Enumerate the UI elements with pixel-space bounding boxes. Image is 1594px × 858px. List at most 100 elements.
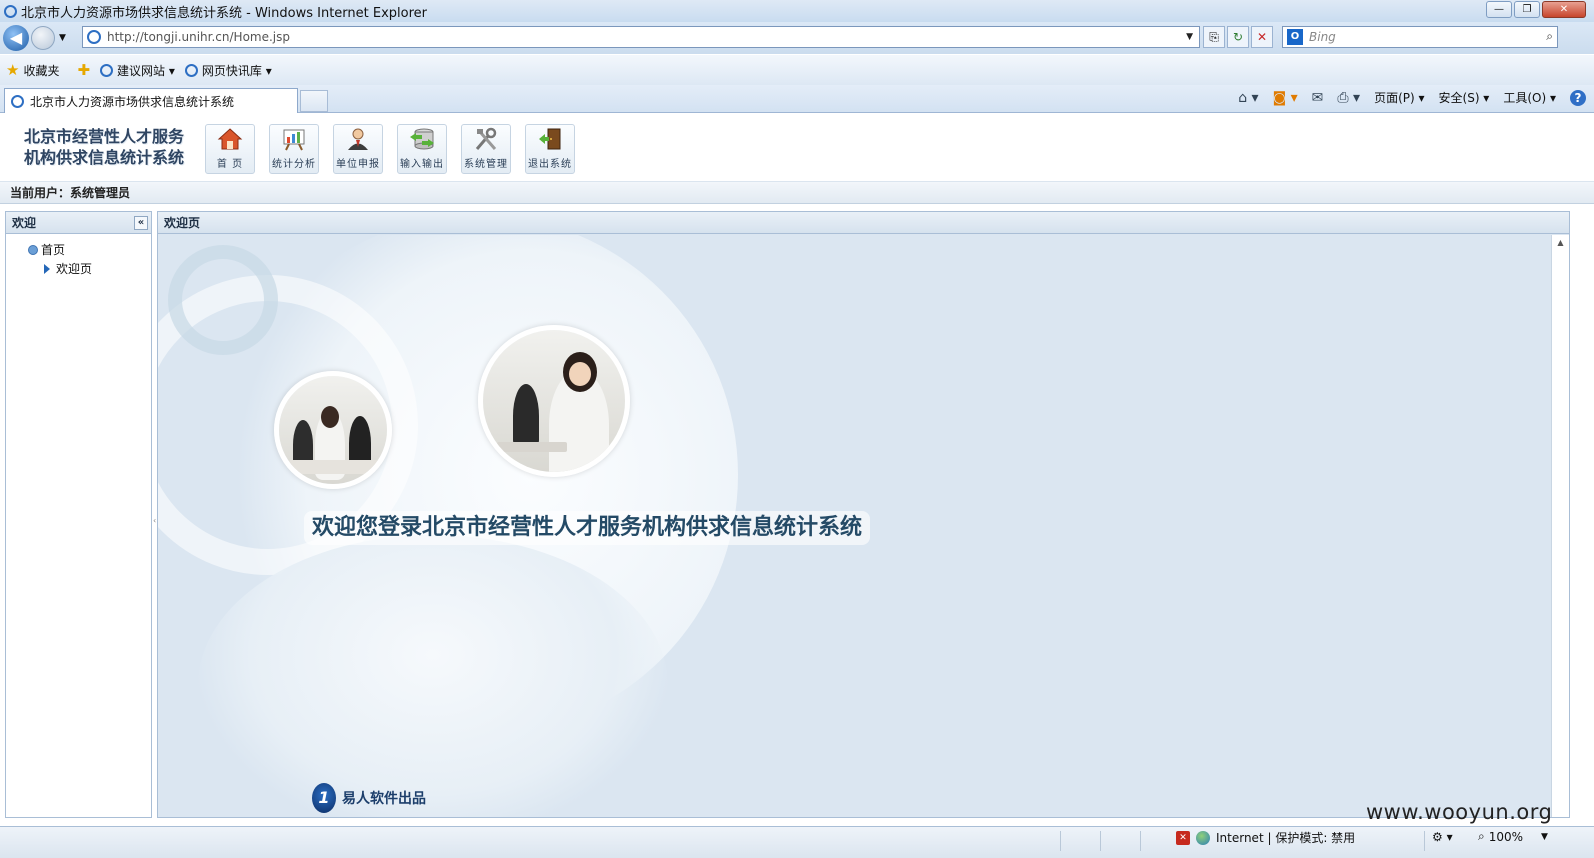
web-slice-gallery-label: 网页快讯库 ▾ — [201, 63, 272, 78]
home-button-label: 首 页 — [216, 159, 244, 170]
compat-view-icon[interactable]: ⎘ — [1203, 26, 1225, 48]
unit-report-button[interactable]: 单位申报 — [333, 124, 383, 174]
splitter-handle[interactable]: ‹ — [153, 516, 156, 525]
star-icon: ★ — [6, 61, 20, 79]
logo-line-2: 机构供求信息统计系统 — [24, 148, 185, 167]
add-favorite-icon[interactable]: ✚ — [77, 61, 90, 79]
import-export-button-label: 输入输出 — [400, 159, 444, 170]
safety-menu[interactable]: 安全(S) ▾ — [1439, 89, 1490, 106]
help-icon[interactable]: ? — [1570, 89, 1586, 106]
chart-icon — [280, 126, 308, 152]
status-divider — [1060, 831, 1061, 851]
main-panel-header: 欢迎页 — [158, 212, 1569, 234]
search-placeholder: Bing — [1309, 30, 1336, 44]
vendor-logo-icon: 1 — [312, 783, 336, 813]
favorites-label: 收藏夹 — [23, 63, 60, 78]
home-icon[interactable]: ⌂ ▾ — [1238, 90, 1258, 106]
window-title: 北京市人力资源市场供求信息统计系统 - Windows Internet Exp… — [21, 5, 427, 21]
feeds-icon[interactable]: ◙ ▾ — [1273, 90, 1298, 106]
welcome-message: 欢迎您登录北京市经营性人才服务机构供求信息统计系统 — [304, 511, 871, 545]
statistics-button-label: 统计分析 — [272, 159, 316, 170]
system-admin-button-label: 系统管理 — [464, 159, 508, 170]
ie-page-icon — [11, 94, 24, 108]
zoom-text: 100% — [1488, 829, 1524, 844]
ie-tab-row: 北京市人力资源市场供求信息统计系统 ⌂ ▾ ◙ ▾ ✉ ⎙ ▾ 页面(P) ▾ … — [0, 85, 1594, 113]
page-icon — [87, 30, 101, 44]
globe-icon — [1196, 830, 1210, 845]
tree-node-home[interactable]: 首页 — [28, 240, 151, 259]
address-bar[interactable]: http://tongji.unihr.cn/Home.jsp ▼ — [82, 26, 1200, 48]
zoom-dropdown-icon: ▼ — [1541, 831, 1548, 842]
unit-report-button-label: 单位申报 — [336, 159, 380, 170]
watermark: www.wooyun.org — [1366, 800, 1553, 824]
home-icon — [216, 126, 244, 152]
search-icon[interactable]: ⌕ — [1546, 29, 1553, 44]
tree-node-home-label: 首页 — [41, 243, 66, 257]
system-admin-button[interactable]: 系统管理 — [461, 124, 511, 174]
address-row: ◀ ▼ http://tongji.unihr.cn/Home.jsp ▼ ⎘ … — [0, 22, 1594, 54]
current-user-bar: 当前用户：系统管理员 — [0, 182, 1594, 204]
new-tab-button[interactable] — [300, 90, 328, 112]
database-io-icon — [408, 126, 436, 152]
url-text: http://tongji.unihr.cn/Home.jsp — [107, 30, 291, 44]
favorites-bar: ★ 收藏夹 ✚ 建议网站 ▾ 网页快讯库 ▾ — [0, 55, 1594, 85]
welcome-banner: 欢迎您登录北京市经营性人才服务机构供求信息统计系统 1 易人软件出品 — [158, 235, 1551, 817]
vendor-logo: 1 易人软件出品 — [312, 783, 426, 813]
nav-tree: 首页 欢迎页 — [6, 234, 151, 278]
logo-line-1: 北京市经营性人才服务 — [24, 127, 185, 146]
logout-button[interactable]: 退出系统 — [525, 124, 575, 174]
left-panel-header: 欢迎 « — [6, 212, 151, 234]
forward-button[interactable] — [31, 26, 55, 50]
close-button[interactable]: ✕ — [1542, 1, 1586, 18]
web-slice-gallery-link[interactable]: 网页快讯库 ▾ — [184, 62, 272, 79]
decorative-cloud — [198, 535, 668, 817]
favorites-button[interactable]: ★ 收藏夹 — [6, 61, 59, 79]
search-input[interactable]: O Bing ⌕ — [1282, 26, 1558, 48]
logout-button-label: 退出系统 — [528, 159, 572, 170]
import-export-button[interactable]: 输入输出 — [397, 124, 447, 174]
suggested-sites-link[interactable]: 建议网站 ▾ — [100, 62, 175, 79]
mail-icon[interactable]: ✉ — [1312, 90, 1324, 106]
zoom-level[interactable]: ⌕ 100% ▼ — [1478, 829, 1548, 844]
statistics-button[interactable]: 统计分析 — [269, 124, 319, 174]
stop-icon[interactable]: ✕ — [1251, 26, 1273, 48]
tree-leaf-arrow-icon — [44, 263, 50, 274]
change-settings-icon[interactable]: ⚙ ▾ — [1432, 830, 1453, 844]
back-button[interactable]: ◀ — [3, 25, 29, 51]
tools-menu[interactable]: 工具(O) ▾ — [1503, 89, 1556, 106]
zone-text: Internet | 保护模式: 禁用 — [1216, 831, 1356, 845]
main-content-panel: 欢迎页 欢迎您登录北京市经营性人才服务机构供求信息统计系统 1 易人软件出品 ▲ — [157, 211, 1570, 818]
ie-page-icon — [100, 63, 114, 77]
tree-expand-icon[interactable] — [28, 244, 38, 255]
ie-logo-icon — [4, 4, 17, 18]
security-zone[interactable]: ✕ Internet | 保护模式: 禁用 — [1176, 829, 1355, 846]
page-menu[interactable]: 页面(P) ▾ — [1374, 89, 1424, 106]
address-dropdown-icon[interactable]: ▼ — [1186, 32, 1193, 42]
refresh-icon[interactable]: ↻ — [1227, 26, 1249, 48]
office-photo-large — [478, 325, 630, 477]
app-logo: 北京市经营性人才服务 机构供求信息统计系统 — [24, 126, 184, 168]
collapse-icon[interactable]: « — [134, 216, 148, 230]
vertical-scrollbar[interactable]: ▲ — [1551, 235, 1569, 817]
vendor-name: 易人软件出品 — [342, 791, 426, 807]
office-photo-small — [274, 371, 392, 489]
ie-status-bar: ✕ Internet | 保护模式: 禁用 ⚙ ▾ ⌕ 100% ▼ — [0, 826, 1594, 858]
decorative-curl — [168, 245, 278, 355]
zoom-icon: ⌕ — [1478, 829, 1485, 843]
maximize-button[interactable]: ❐ — [1514, 1, 1540, 18]
ie-page-icon — [184, 63, 198, 77]
person-icon — [344, 126, 372, 152]
ie-tab-active[interactable]: 北京市人力资源市场供求信息统计系统 — [4, 88, 298, 113]
app-header: 北京市经营性人才服务 机构供求信息统计系统 首 页 统计分析 单位申报 输入输出… — [0, 114, 1594, 182]
print-icon[interactable]: ⎙ ▾ — [1337, 90, 1360, 106]
minimize-button[interactable]: — — [1486, 1, 1512, 18]
status-divider — [1100, 831, 1101, 851]
ie-title-bar: 北京市人力资源市场供求信息统计系统 - Windows Internet Exp… — [0, 0, 1594, 22]
home-button[interactable]: 首 页 — [205, 124, 255, 174]
tree-node-welcome-label: 欢迎页 — [56, 262, 93, 276]
search-provider-icon: O — [1287, 29, 1303, 45]
command-bar: ⌂ ▾ ◙ ▾ ✉ ⎙ ▾ 页面(P) ▾ 安全(S) ▾ 工具(O) ▾ ? — [1238, 89, 1586, 106]
history-dropdown-icon[interactable]: ▼ — [59, 33, 66, 43]
left-panel-title: 欢迎 — [12, 216, 37, 230]
tree-node-welcome[interactable]: 欢迎页 — [28, 259, 151, 278]
